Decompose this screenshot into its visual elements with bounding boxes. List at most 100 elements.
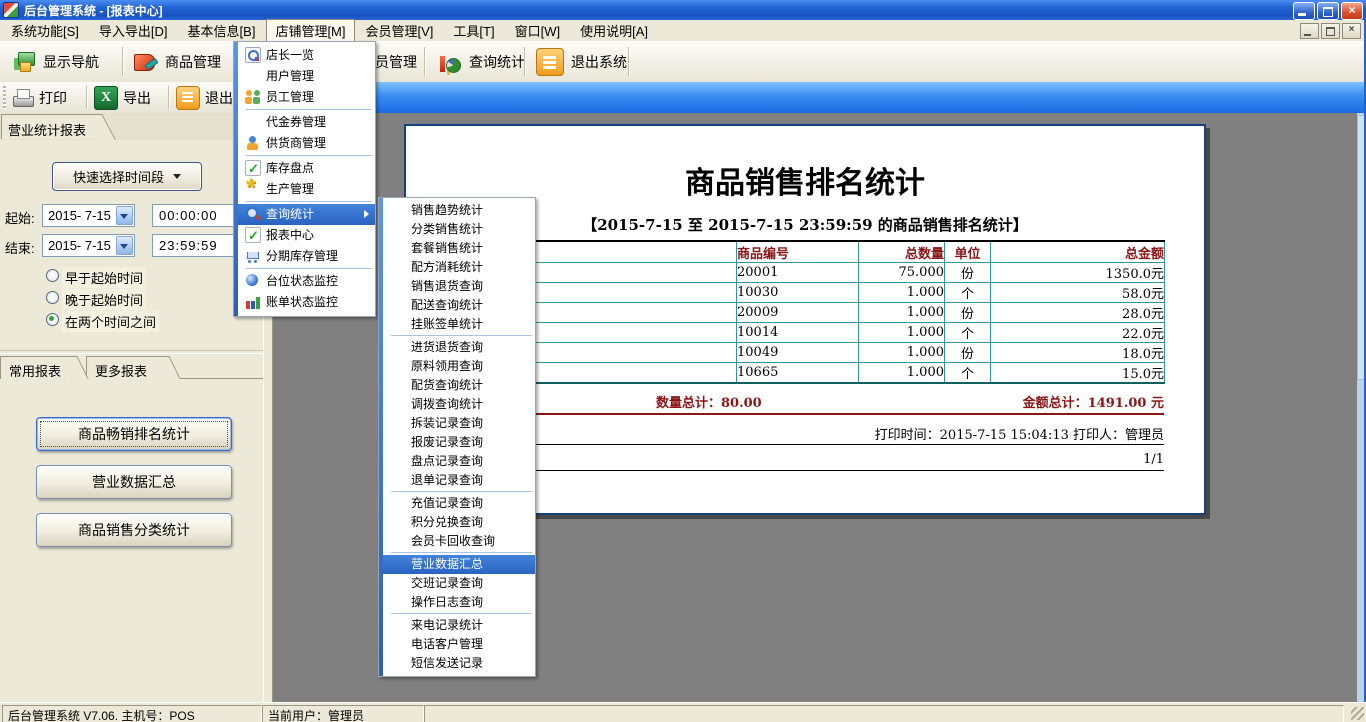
submenu-item[interactable]: 会员卡回收查询 [383,532,535,551]
show-navigation-button[interactable]: 显示导航 [6,45,103,78]
submenu-item[interactable]: 拆装记录查询 [383,414,535,433]
restore-button[interactable] [1317,2,1339,20]
menu-store-management[interactable]: 店铺管理[M] [266,19,354,42]
query-stats-button[interactable]: 查询统计 [432,45,529,78]
menu-item-store-list[interactable]: 店长一览 [238,45,375,66]
toolbar-separator [628,47,630,76]
print-button[interactable]: 打印 [12,85,67,110]
menu-tools[interactable]: 工具[T] [444,19,503,42]
submenu-item[interactable]: 配送查询统计 [383,296,535,315]
submenu-item[interactable]: 挂账签单统计 [383,315,535,334]
menu-separator [391,552,532,553]
menu-system[interactable]: 系统功能[S] [2,19,88,42]
dropdown-arrow-icon[interactable] [116,206,133,225]
submenu-item[interactable]: 退单记录查询 [383,471,535,490]
statusbar: 后台管理系统 V7.06. 主机号：POS 当前用户：管理员 [0,702,1366,722]
magnifier-doc-icon [245,47,261,63]
submenu-item[interactable]: 盘点记录查询 [383,452,535,471]
submenu-item[interactable]: 电话客户管理 [383,635,535,654]
mdi-restore-button[interactable] [1321,23,1340,39]
app-icon [3,2,19,18]
menu-item-production-management[interactable]: 生产管理 [238,179,375,200]
mdi-minimize-button[interactable] [1300,23,1319,39]
menu-window[interactable]: 窗口[W] [506,19,570,42]
start-time-field[interactable]: 00:00:00 [152,204,236,227]
menu-item-installment-inventory[interactable]: 分期库存管理 [238,246,375,267]
exit-button[interactable]: 退出 [176,85,233,110]
radio-label[interactable]: 在两个时间之间 [62,311,159,332]
exit-icon [176,86,200,110]
radio-earlier-than-start[interactable] [46,269,59,282]
submenu-item[interactable]: 报废记录查询 [383,433,535,452]
submenu-arrow-icon [364,210,369,218]
menu-item-staff-management[interactable]: 员工管理 [238,87,375,108]
excel-icon [94,86,118,110]
menu-item-bill-status-monitor[interactable]: 账单状态监控 [238,292,375,313]
toolbar-separator [86,86,88,109]
exit-system-button[interactable]: 退出系统 [532,45,631,78]
submenu-item[interactable]: 调拨查询统计 [383,395,535,414]
menu-member-management[interactable]: 会员管理[V] [357,19,443,42]
status-current-user: 当前用户：管理员 [262,705,424,722]
tab-more-reports[interactable]: 更多报表 [86,356,164,379]
end-time-field[interactable]: 23:59:59 [152,234,236,257]
submenu-item[interactable]: 来电记录统计 [383,616,535,635]
export-button[interactable]: 导出 [94,85,151,110]
bestseller-ranking-button[interactable]: 商品畅销排名统计 [36,417,232,451]
menu-separator [246,201,372,202]
report-toolbar: 打印 导出 退出 [0,82,1366,113]
mdi-close-button[interactable]: × [1342,23,1361,39]
submenu-item[interactable]: 销售趋势统计 [383,201,535,220]
status-system-info: 后台管理系统 V7.06. 主机号：POS [2,705,262,722]
query-stats-icon [436,49,462,75]
submenu-item[interactable]: 充值记录查询 [383,494,535,513]
submenu-item[interactable]: 分类销售统计 [383,220,535,239]
submenu-item[interactable]: 原料领用查询 [383,357,535,376]
submenu-item[interactable]: 套餐销售统计 [383,239,535,258]
toolbar-separator [524,47,526,76]
menu-help[interactable]: 使用说明[A] [571,19,657,42]
quick-time-select-button[interactable]: 快速选择时间段 [52,162,202,191]
submenu-item[interactable]: 交班记录查询 [383,574,535,593]
radio-label[interactable]: 晚于起始时间 [62,289,146,310]
dropdown-arrow-icon[interactable] [116,236,133,255]
submenu-item[interactable]: 配方消耗统计 [383,258,535,277]
menu-item-user-management[interactable]: 用户管理 [238,66,375,87]
goods-management-button[interactable]: 商品管理 [128,45,225,78]
radio-later-than-start[interactable] [46,291,59,304]
menu-item-query-stats[interactable]: 查询统计 [238,204,375,225]
tab-common-reports[interactable]: 常用报表 [0,356,72,379]
menu-item-supplier-management[interactable]: 供货商管理 [238,133,375,154]
business-data-summary-button[interactable]: 营业数据汇总 [36,465,232,499]
sales-category-stats-button[interactable]: 商品销售分类统计 [36,513,232,547]
submenu-item[interactable]: 积分兑换查询 [383,513,535,532]
menu-import-export[interactable]: 导入导出[D] [90,19,177,42]
menu-item-voucher-management[interactable]: 代金券管理 [238,112,375,133]
close-button[interactable]: × [1341,2,1363,20]
amount-total: 金额总计：1491.00 元 [1023,392,1164,411]
goods-icon [132,49,158,75]
minimize-button[interactable] [1293,2,1315,20]
menu-item-inventory-check[interactable]: 库存盘点 [238,158,375,179]
menu-item-table-status-monitor[interactable]: 台位状态监控 [238,271,375,292]
radio-between-times[interactable] [46,313,59,326]
asterisk-icon [245,181,261,197]
menu-item-report-center[interactable]: 报表中心 [238,225,375,246]
submenu-item[interactable]: 配货查询统计 [383,376,535,395]
exit-icon [536,48,564,76]
menu-basic-info[interactable]: 基本信息[B] [179,19,265,42]
submenu-item[interactable]: 销售退货查询 [383,277,535,296]
submenu-item[interactable]: 进货退货查询 [383,338,535,357]
end-date-combo[interactable]: 2015- 7-15 [42,234,135,257]
submenu-item-business-data-summary[interactable]: 营业数据汇总 [383,555,535,574]
report-title: 商品销售排名统计 [406,158,1204,202]
radio-label[interactable]: 早于起始时间 [62,267,146,288]
filter-panel: 快速选择时间段 起始: 2015- 7-15 00:00:00 结束: 2015… [0,140,263,702]
submenu-item[interactable]: 操作日志查询 [383,593,535,612]
menu-separator [391,613,532,614]
resize-grip[interactable] [1351,707,1364,720]
submenu-item[interactable]: 短信发送记录 [383,654,535,673]
start-date-combo[interactable]: 2015- 7-15 [42,204,135,227]
print-icon [12,87,34,109]
tab-business-stats-report[interactable]: 营业统计报表 [1,114,97,139]
